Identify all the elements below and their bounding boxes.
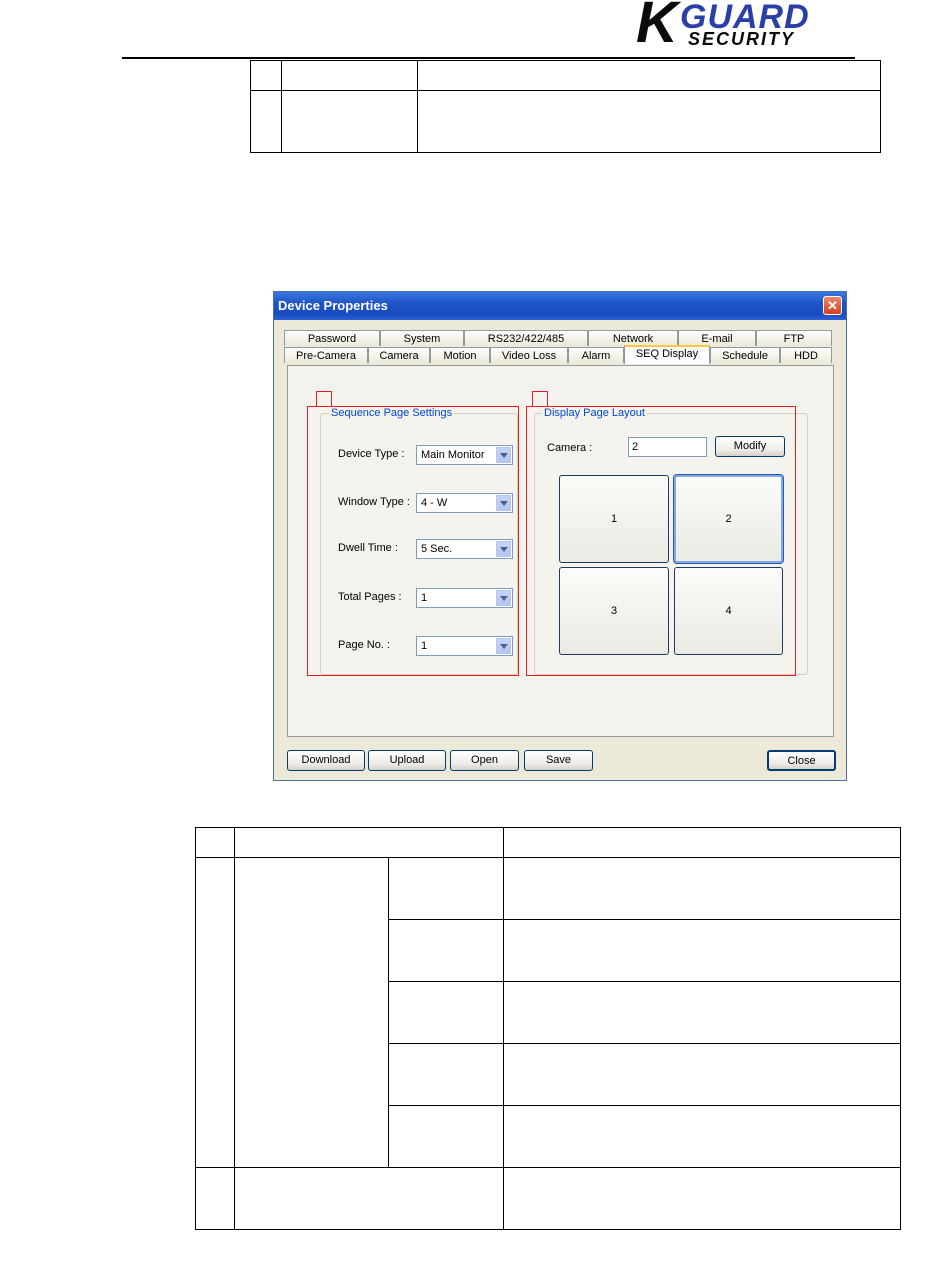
dialog-title: Device Properties bbox=[278, 298, 388, 313]
table-cell bbox=[388, 857, 504, 920]
save-button[interactable]: Save bbox=[524, 750, 593, 771]
table-cell bbox=[388, 981, 504, 1044]
table-cell bbox=[388, 1043, 504, 1106]
tab-system[interactable]: System bbox=[380, 330, 464, 346]
table-cell bbox=[503, 981, 901, 1044]
logo-security: SECURITY bbox=[688, 29, 796, 49]
table-cell bbox=[195, 1167, 235, 1230]
table-cell bbox=[195, 827, 235, 858]
tab-hdd[interactable]: HDD bbox=[780, 347, 832, 363]
table-cell bbox=[281, 60, 418, 91]
kguard-logo: K GUARD SECURITY bbox=[636, 0, 836, 55]
dwell-time-select[interactable]: 5 Sec. bbox=[416, 539, 513, 559]
table-cell bbox=[503, 1167, 901, 1230]
table-cell bbox=[503, 1105, 901, 1168]
tab-video-loss[interactable]: Video Loss bbox=[490, 347, 568, 363]
upload-button[interactable]: Upload bbox=[368, 750, 446, 771]
total-pages-value: 1 bbox=[421, 592, 428, 604]
close-button[interactable]: Close bbox=[767, 750, 836, 771]
table-cell bbox=[417, 60, 881, 91]
table-cell bbox=[195, 857, 235, 1168]
download-button[interactable]: Download bbox=[287, 750, 365, 771]
camera-input[interactable]: 2 bbox=[628, 437, 707, 457]
open-button[interactable]: Open bbox=[450, 750, 519, 771]
device-type-label: Device Type : bbox=[338, 448, 405, 460]
table-row bbox=[195, 1167, 901, 1230]
table-cell bbox=[388, 919, 504, 982]
window-type-label: Window Type : bbox=[338, 496, 410, 508]
table-cell bbox=[250, 90, 282, 153]
table-cell bbox=[234, 857, 389, 1168]
table-cell bbox=[234, 1167, 504, 1230]
table-row bbox=[250, 90, 881, 153]
camera-label: Camera : bbox=[547, 442, 593, 454]
tab-network[interactable]: Network bbox=[588, 330, 678, 346]
tab-seq-display[interactable]: SEQ Display bbox=[624, 345, 710, 364]
tab-rs232[interactable]: RS232/422/485 bbox=[464, 330, 588, 346]
dwell-time-label: Dwell Time : bbox=[338, 542, 398, 554]
modify-button[interactable]: Modify bbox=[715, 436, 785, 457]
chevron-down-icon[interactable] bbox=[496, 590, 511, 606]
chevron-down-icon[interactable] bbox=[496, 447, 511, 463]
table-row bbox=[195, 857, 901, 1168]
tab-alarm[interactable]: Alarm bbox=[568, 347, 624, 363]
layout-cell-2[interactable]: 2 bbox=[673, 474, 784, 564]
table-row bbox=[195, 827, 901, 858]
page-no-select[interactable]: 1 bbox=[416, 636, 513, 656]
device-type-select[interactable]: Main Monitor bbox=[416, 445, 513, 465]
logo-k: K bbox=[636, 0, 678, 55]
device-type-value: Main Monitor bbox=[421, 449, 485, 461]
close-icon[interactable]: ✕ bbox=[823, 296, 842, 315]
table-cell bbox=[234, 827, 504, 858]
table-cell bbox=[503, 919, 901, 982]
window-type-select[interactable]: 4 - W bbox=[416, 493, 513, 513]
total-pages-select[interactable]: 1 bbox=[416, 588, 513, 608]
chevron-down-icon[interactable] bbox=[496, 495, 511, 511]
seq-display-panel: Sequence Page Settings Device Type : Mai… bbox=[287, 365, 834, 737]
table-cell bbox=[281, 90, 418, 153]
table-cell bbox=[503, 857, 901, 920]
tab-camera[interactable]: Camera bbox=[368, 347, 430, 363]
header-rule bbox=[122, 57, 855, 59]
tab-pre-camera[interactable]: Pre-Camera bbox=[284, 347, 368, 363]
dwell-time-value: 5 Sec. bbox=[421, 543, 453, 555]
top-table bbox=[250, 60, 881, 153]
table-cell bbox=[417, 90, 881, 153]
chevron-down-icon[interactable] bbox=[496, 541, 511, 557]
window-type-value: 4 - W bbox=[421, 497, 448, 509]
page-no-label: Page No. : bbox=[338, 639, 390, 651]
dialog-titlebar: Device Properties bbox=[274, 292, 846, 320]
layout-cell-1[interactable]: 1 bbox=[559, 475, 669, 563]
tab-schedule[interactable]: Schedule bbox=[710, 347, 780, 363]
device-properties-dialog: Device Properties ✕ Password System RS23… bbox=[273, 291, 847, 781]
table-cell bbox=[503, 827, 901, 858]
table-cell bbox=[388, 1105, 504, 1168]
callout-marker-1 bbox=[316, 391, 332, 407]
tab-password[interactable]: Password bbox=[284, 330, 380, 346]
layout-cell-3[interactable]: 3 bbox=[559, 567, 669, 655]
tab-ftp[interactable]: FTP bbox=[756, 330, 832, 346]
callout-marker-2 bbox=[532, 391, 548, 407]
layout-cell-4[interactable]: 4 bbox=[674, 567, 783, 655]
bottom-table bbox=[195, 827, 901, 1230]
tab-email[interactable]: E-mail bbox=[678, 330, 756, 346]
table-cell bbox=[503, 1043, 901, 1106]
total-pages-label: Total Pages : bbox=[338, 591, 402, 603]
table-cell bbox=[250, 60, 282, 91]
table-row bbox=[250, 60, 881, 91]
tab-motion[interactable]: Motion bbox=[430, 347, 490, 363]
page-no-value: 1 bbox=[421, 640, 428, 652]
chevron-down-icon[interactable] bbox=[496, 638, 511, 654]
